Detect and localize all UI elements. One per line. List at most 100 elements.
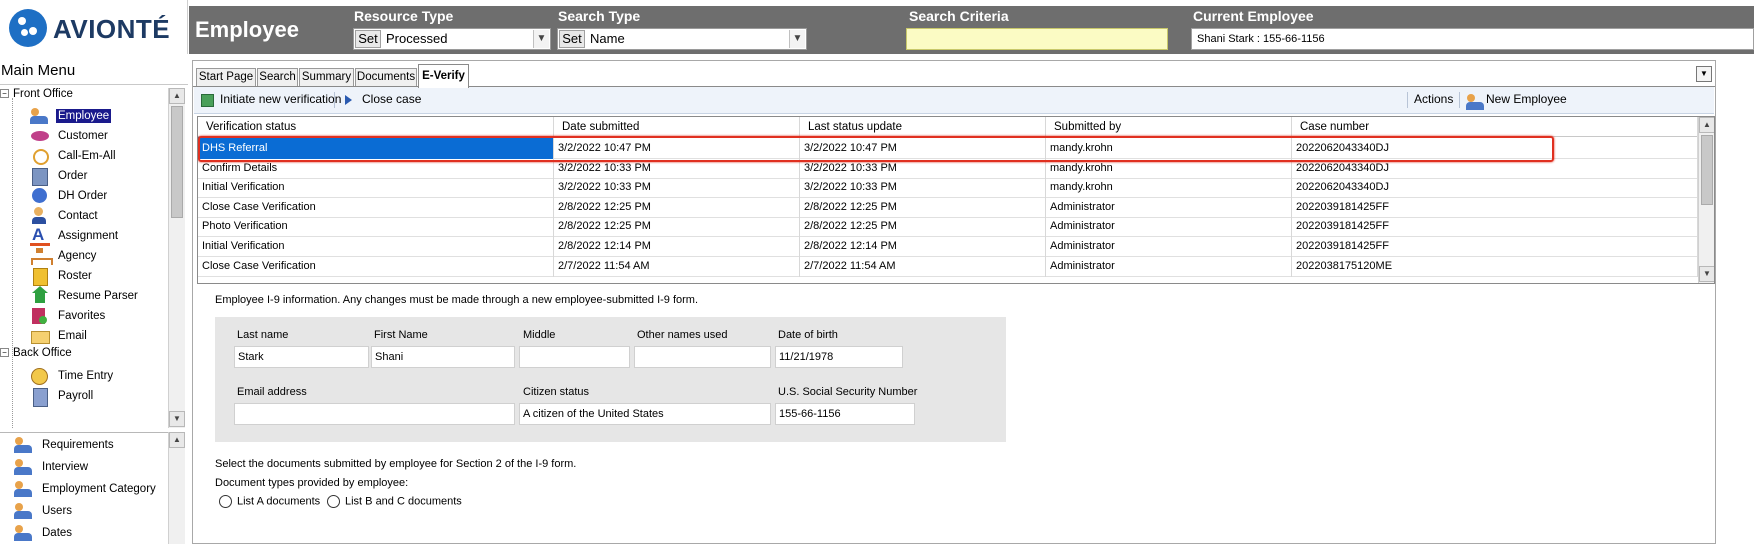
table-row[interactable]: Close Case Verification 2/7/2022 11:54 AM… <box>198 254 1698 277</box>
contact-icon <box>30 207 50 225</box>
sidebar-item-contact[interactable]: Contact <box>30 207 100 227</box>
e-verify-panel: Start Page Search Summary Documents E-Ve… <box>192 60 1716 544</box>
initiate-label: Initiate new verification <box>220 92 342 106</box>
column-header[interactable]: Date submitted <box>554 117 800 137</box>
column-header[interactable]: Submitted by <box>1046 117 1292 137</box>
last-name-field[interactable]: Stark <box>234 346 369 368</box>
search-type-set-button[interactable]: Set <box>559 30 585 48</box>
table-cell: 2/7/2022 11:54 AM <box>800 254 1046 277</box>
sidebar-item-resume-parser[interactable]: Resume Parser <box>30 286 140 307</box>
list-a-radio[interactable]: List A documents <box>219 495 320 508</box>
chevron-down-icon[interactable]: ▼ <box>789 30 805 48</box>
initiate-verification-button[interactable]: Initiate new verification <box>200 92 341 107</box>
parser-icon <box>30 286 50 305</box>
scroll-up-icon[interactable]: ▲ <box>169 432 185 448</box>
scroll-up-icon[interactable]: ▲ <box>169 88 185 104</box>
collapse-icon[interactable]: − <box>0 348 9 358</box>
sidebar-item-label: Dates <box>42 527 73 539</box>
tab-search[interactable]: Search <box>257 68 298 86</box>
search-criteria-label: Search Criteria <box>909 8 1009 24</box>
radio-button[interactable] <box>327 495 340 508</box>
other-names-field[interactable] <box>634 346 771 368</box>
scroll-down-icon[interactable]: ▼ <box>169 411 185 427</box>
actions-button[interactable]: Actions <box>1414 92 1453 106</box>
close-case-button[interactable]: Close case <box>342 92 421 107</box>
people-icon <box>14 480 34 498</box>
middle-name-label: Middle <box>523 329 556 341</box>
column-header[interactable]: Last status update <box>800 117 1046 137</box>
resource-type-set-button[interactable]: Set <box>355 30 381 48</box>
sidebar-item-label: Contact <box>58 210 98 222</box>
sidebar-item-time-entry[interactable]: Time Entry <box>30 367 115 387</box>
search-criteria-input[interactable] <box>906 28 1168 50</box>
sidebar-item-label: Agency <box>58 250 97 262</box>
first-name-field[interactable]: Shani <box>371 346 515 368</box>
tab-summary[interactable]: Summary <box>299 68 354 86</box>
close-case-label: Close case <box>362 92 422 106</box>
menu-scrollbar[interactable]: ▲ ▼ <box>168 88 185 428</box>
column-header[interactable]: Case number <box>1292 117 1698 137</box>
other-names-label: Other names used <box>637 329 728 341</box>
chevron-down-icon[interactable]: ▼ <box>533 30 549 48</box>
table-cell: Close Case Verification <box>198 254 554 277</box>
phone-icon <box>30 147 50 165</box>
sidebar-item-email[interactable]: Email <box>30 327 89 347</box>
collapse-icon[interactable]: − <box>0 89 9 99</box>
resource-type-value: Processed <box>386 31 448 46</box>
tree-category-front-office[interactable]: − Front Office <box>0 88 73 108</box>
sidebar-item-assignment[interactable]: Assignment <box>30 225 120 247</box>
add-person-icon <box>1466 93 1484 110</box>
last-name-label: Last name <box>237 329 289 341</box>
sidebar-item-employee[interactable]: Employee <box>30 107 112 127</box>
sidebar-item-call-em-all[interactable]: Call-Em-All <box>30 147 118 167</box>
chevron-down-icon[interactable]: ▼ <box>1696 66 1712 82</box>
people-icon <box>30 107 50 125</box>
tab-e-verify[interactable]: E-Verify <box>418 64 469 88</box>
sidebar-item-label: Time Entry <box>58 370 114 382</box>
sidebar-item-label: DH Order <box>58 190 108 202</box>
radio-button[interactable] <box>219 495 232 508</box>
middle-name-field[interactable] <box>519 346 630 368</box>
dob-field[interactable]: 11/21/1978 <box>775 346 903 368</box>
sidebar-item-employment-category[interactable]: Employment Category <box>14 480 158 500</box>
sidebar-item-payroll[interactable]: Payroll <box>30 387 95 407</box>
sidebar-item-label: Payroll <box>58 390 94 402</box>
search-type-value: Name <box>590 31 625 46</box>
verification-grid: Verification status Date submitted Last st… <box>197 116 1715 284</box>
i9-form: Last name Stark First Name Shani Middle … <box>215 317 1006 442</box>
sidebar-item-label: Users <box>42 505 73 517</box>
sidebar-item-requirements[interactable]: Requirements <box>14 436 116 456</box>
scroll-down-icon[interactable]: ▼ <box>1699 266 1714 282</box>
ssn-field[interactable]: 155-66-1156 <box>775 403 915 425</box>
sidebar-item-users[interactable]: Users <box>14 502 74 522</box>
agency-icon <box>30 247 53 265</box>
sidebar-item-interview[interactable]: Interview <box>14 458 90 478</box>
column-header[interactable]: Verification status <box>198 117 554 137</box>
main-menu-title: Main Menu <box>0 62 188 85</box>
list-bc-radio[interactable]: List B and C documents <box>327 495 462 508</box>
email-field[interactable] <box>234 403 515 425</box>
secondary-menu-scrollbar[interactable]: ▲ <box>168 432 185 544</box>
tree-category-back-office[interactable]: − Back Office <box>0 347 72 367</box>
citizen-status-field[interactable]: A citizen of the United States <box>519 403 771 425</box>
scrollbar-thumb[interactable] <box>1701 135 1713 205</box>
people-icon <box>14 502 34 520</box>
new-employee-button[interactable]: New Employee <box>1466 92 1567 110</box>
grid-header: Verification status Date submitted Last st… <box>198 117 1698 137</box>
resource-type-label: Resource Type <box>354 8 454 24</box>
sidebar-item-agency[interactable]: Agency <box>30 247 98 267</box>
sidebar-item-customer[interactable]: Customer <box>30 127 110 147</box>
resource-type-select[interactable]: Set Processed ▼ <box>353 28 551 50</box>
search-type-select[interactable]: Set Name ▼ <box>557 28 807 50</box>
current-employee-value: Shani Stark : 155-66-1156 <box>1197 33 1325 45</box>
tab-start-page[interactable]: Start Page <box>196 68 256 86</box>
grid-scrollbar[interactable]: ▲ ▼ <box>1698 117 1714 283</box>
sidebar-item-roster[interactable]: Roster <box>30 267 94 287</box>
sidebar-item-dates[interactable]: Dates <box>14 524 74 544</box>
scrollbar-thumb[interactable] <box>171 106 183 218</box>
sidebar-item-order[interactable]: Order <box>30 167 89 187</box>
sidebar-item-favorites[interactable]: Favorites <box>30 307 107 327</box>
scroll-up-icon[interactable]: ▲ <box>1699 117 1714 133</box>
sidebar-item-dh-order[interactable]: DH Order <box>30 187 109 207</box>
tab-documents[interactable]: Documents <box>355 68 417 86</box>
